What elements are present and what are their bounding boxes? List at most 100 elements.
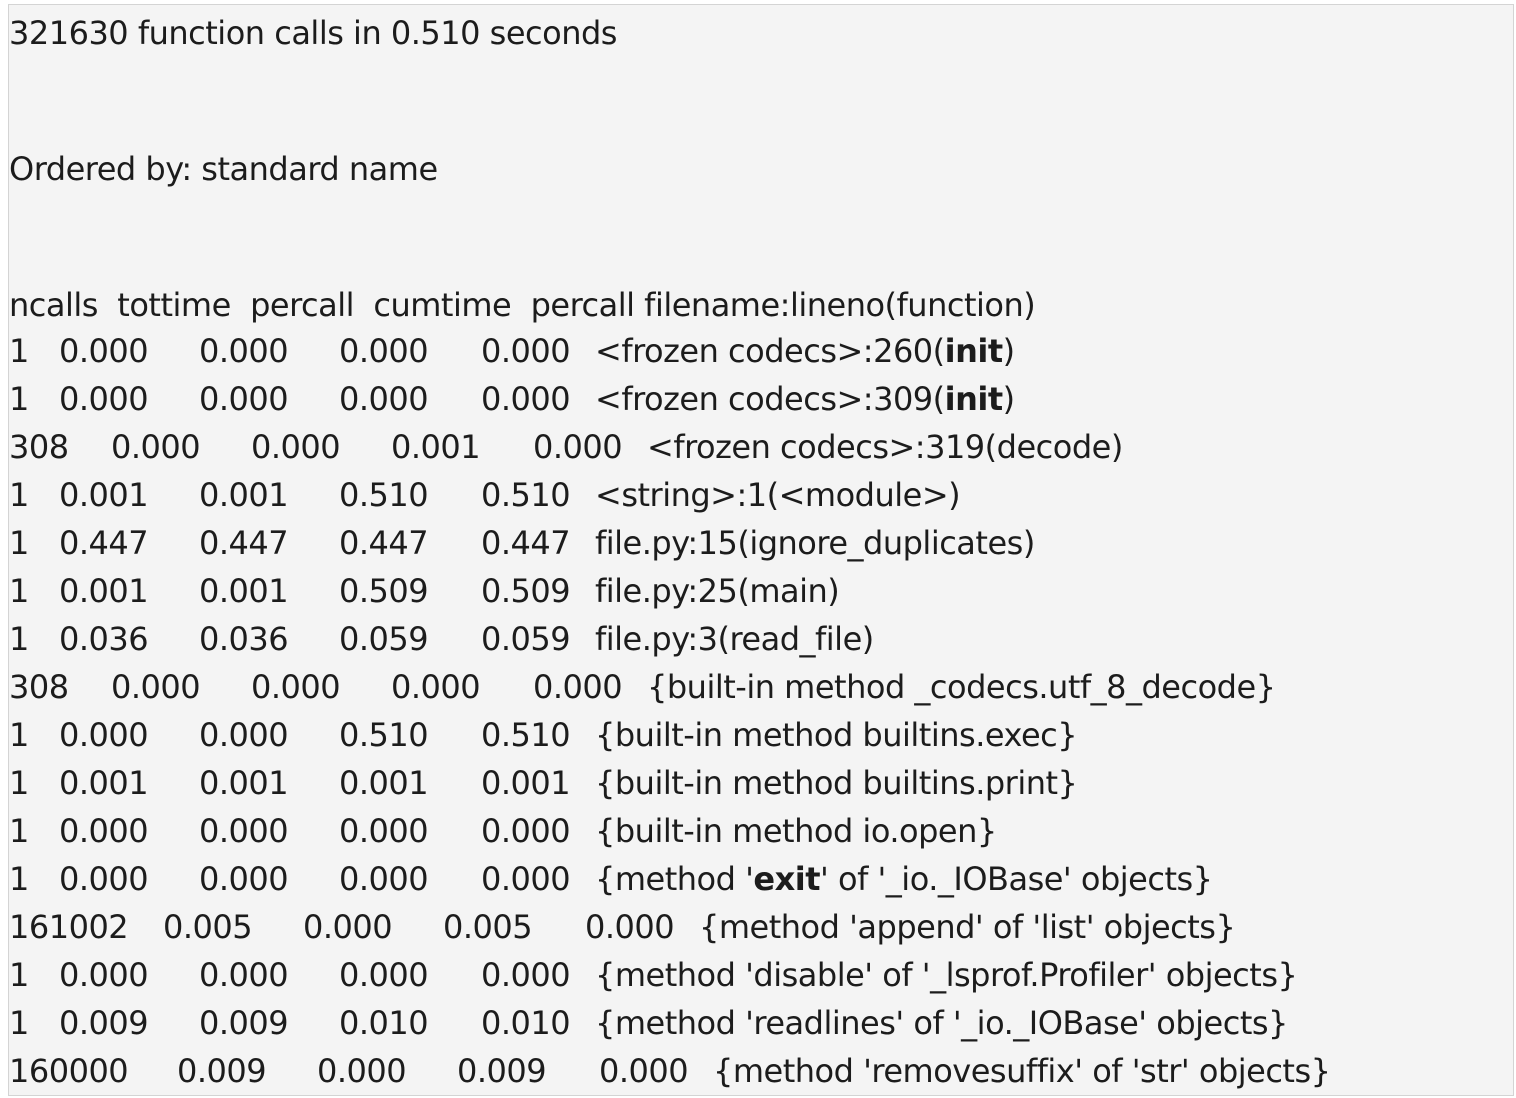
tottime-cell: 0.447: [59, 524, 149, 562]
function-cell: {method 'disable' of '_lsprof.Profiler' …: [595, 951, 1298, 999]
table-row: 1 0.000 0.000 0.510 0.510 {built-in method bu…: [9, 711, 1513, 759]
cumtime-cell: 0.010: [339, 1004, 429, 1042]
percall-cell: 0.000: [481, 380, 571, 418]
percall-cell: 0.000: [251, 668, 341, 706]
function-name-part: {method 'readlines' of '_io._IOBase' obj…: [595, 1004, 1288, 1042]
function-cell: file.py:3(read_file): [595, 615, 874, 663]
function-cell: {method 'removesuffix' of 'str' objects}: [713, 1047, 1331, 1095]
function-name-part: <frozen codecs>:309(: [595, 380, 945, 418]
percall-cell: 0.510: [481, 716, 571, 754]
function-cell: {built-in method builtins.exec}: [595, 711, 1078, 759]
function-name-part: file.py:25(main): [595, 572, 840, 610]
cumtime-cell: 0.000: [339, 956, 429, 994]
cumtime-cell: 0.059: [339, 620, 429, 658]
percall-cell: 0.000: [199, 380, 289, 418]
ncalls-cell: 308: [9, 428, 69, 466]
ncalls-cell: 1: [9, 956, 29, 994]
cumtime-cell: 0.005: [443, 908, 533, 946]
ncalls-cell: 1: [9, 620, 29, 658]
tottime-cell: 0.000: [59, 860, 149, 898]
table-row: 1 0.001 0.001 0.509 0.509 file.py:25(main): [9, 567, 1513, 615]
function-cell: {method 'readlines' of '_io._IOBase' obj…: [595, 999, 1288, 1047]
ncalls-cell: 1: [9, 524, 29, 562]
percall-cell: 0.059: [481, 620, 571, 658]
percall-cell: 0.447: [199, 524, 289, 562]
cumtime-cell: 0.510: [339, 716, 429, 754]
function-cell: file.py:15(ignore_duplicates): [595, 519, 1035, 567]
ncalls-cell: 1: [9, 716, 29, 754]
ncalls-cell: 1: [9, 476, 29, 514]
tottime-cell: 0.009: [177, 1052, 267, 1090]
percall-cell: 0.000: [481, 812, 571, 850]
percall-cell: 0.001: [199, 572, 289, 610]
function-name-part: ): [1002, 380, 1015, 418]
percall-cell: 0.000: [199, 956, 289, 994]
function-name-part: file.py:15(ignore_duplicates): [595, 524, 1035, 562]
cumtime-cell: 0.009: [457, 1052, 547, 1090]
function-cell: {method 'append' of 'list' objects}: [699, 903, 1236, 951]
percall-cell: 0.000: [585, 908, 675, 946]
percall-cell: 0.510: [481, 476, 571, 514]
summary-line: 321630 function calls in 0.510 seconds: [9, 14, 617, 52]
table-row: 1 0.447 0.447 0.447 0.447 file.py:15(ignore_d…: [9, 519, 1513, 567]
ncalls-cell: 1: [9, 812, 29, 850]
tottime-cell: 0.000: [59, 716, 149, 754]
percall-cell: 0.001: [199, 476, 289, 514]
percall-cell: 0.000: [199, 332, 289, 370]
function-cell: file.py:25(main): [595, 567, 840, 615]
function-cell: <frozen codecs>:260(init): [595, 327, 1015, 375]
function-name-part: <frozen codecs>:260(: [595, 332, 945, 370]
tottime-cell: 0.000: [111, 668, 201, 706]
percall-cell: 0.509: [481, 572, 571, 610]
function-name-part: {built-in method io.open}: [595, 812, 997, 850]
tottime-cell: 0.005: [163, 908, 253, 946]
table-row: 1 0.001 0.001 0.001 0.001 {built-in method bu…: [9, 759, 1513, 807]
cumtime-cell: 0.000: [339, 812, 429, 850]
percall-cell: 0.000: [599, 1052, 689, 1090]
ncalls-cell: 1: [9, 572, 29, 610]
function-cell: <frozen codecs>:309(init): [595, 375, 1015, 423]
table-row: 161002 0.005 0.000 0.005 0.000 {method 'appen…: [9, 903, 1513, 951]
function-name-part: {method 'append' of 'list' objects}: [699, 908, 1236, 946]
table-row: 1 0.036 0.036 0.059 0.059 file.py:3(read_file…: [9, 615, 1513, 663]
function-cell: {built-in method builtins.print}: [595, 759, 1078, 807]
percall-cell: 0.000: [481, 860, 571, 898]
table-row: 1 0.000 0.000 0.000 0.000 {method 'exit' of '…: [9, 855, 1513, 903]
table-row: 1 0.000 0.000 0.000 0.000 <frozen codecs>:309…: [9, 375, 1513, 423]
tottime-cell: 0.001: [59, 572, 149, 610]
cumtime-cell: 0.510: [339, 476, 429, 514]
tottime-cell: 0.000: [59, 332, 149, 370]
profiler-output: 321630 function calls in 0.510 seconds O…: [8, 4, 1514, 1096]
function-cell: <frozen codecs>:319(decode): [647, 423, 1123, 471]
percall-cell: 0.000: [199, 716, 289, 754]
tottime-cell: 0.000: [59, 812, 149, 850]
function-name-part: {built-in method builtins.exec}: [595, 716, 1078, 754]
ncalls-cell: 308: [9, 668, 69, 706]
cumtime-cell: 0.001: [339, 764, 429, 802]
percall-cell: 0.036: [199, 620, 289, 658]
percall-cell: 0.000: [533, 668, 623, 706]
table-row: 1 0.000 0.000 0.000 0.000 <frozen codecs>:260…: [9, 327, 1513, 375]
function-name-bold: exit: [753, 860, 821, 898]
ncalls-cell: 1: [9, 380, 29, 418]
cumtime-cell: 0.000: [339, 380, 429, 418]
percall-cell: 0.000: [317, 1052, 407, 1090]
cumtime-cell: 0.000: [339, 860, 429, 898]
table-row: 308 0.000 0.000 0.001 0.000 <frozen codecs>:3…: [9, 423, 1513, 471]
cumtime-cell: 0.447: [339, 524, 429, 562]
function-name-bold: init: [944, 332, 1004, 370]
percall-cell: 0.000: [303, 908, 393, 946]
ordered-by-line: Ordered by: standard name: [9, 150, 438, 188]
percall-cell: 0.000: [199, 860, 289, 898]
function-name-part: file.py:3(read_file): [595, 620, 874, 658]
tottime-cell: 0.000: [59, 956, 149, 994]
percall-cell: 0.447: [481, 524, 571, 562]
function-cell: <string>:1(<module>): [595, 471, 961, 519]
function-name-part: {built-in method builtins.print}: [595, 764, 1078, 802]
percall-cell: 0.000: [199, 812, 289, 850]
percall-cell: 0.001: [481, 764, 571, 802]
ncalls-cell: 160000: [9, 1052, 129, 1090]
percall-cell: 0.000: [481, 956, 571, 994]
ncalls-cell: 161002: [9, 908, 129, 946]
function-name-part: ): [1002, 332, 1015, 370]
